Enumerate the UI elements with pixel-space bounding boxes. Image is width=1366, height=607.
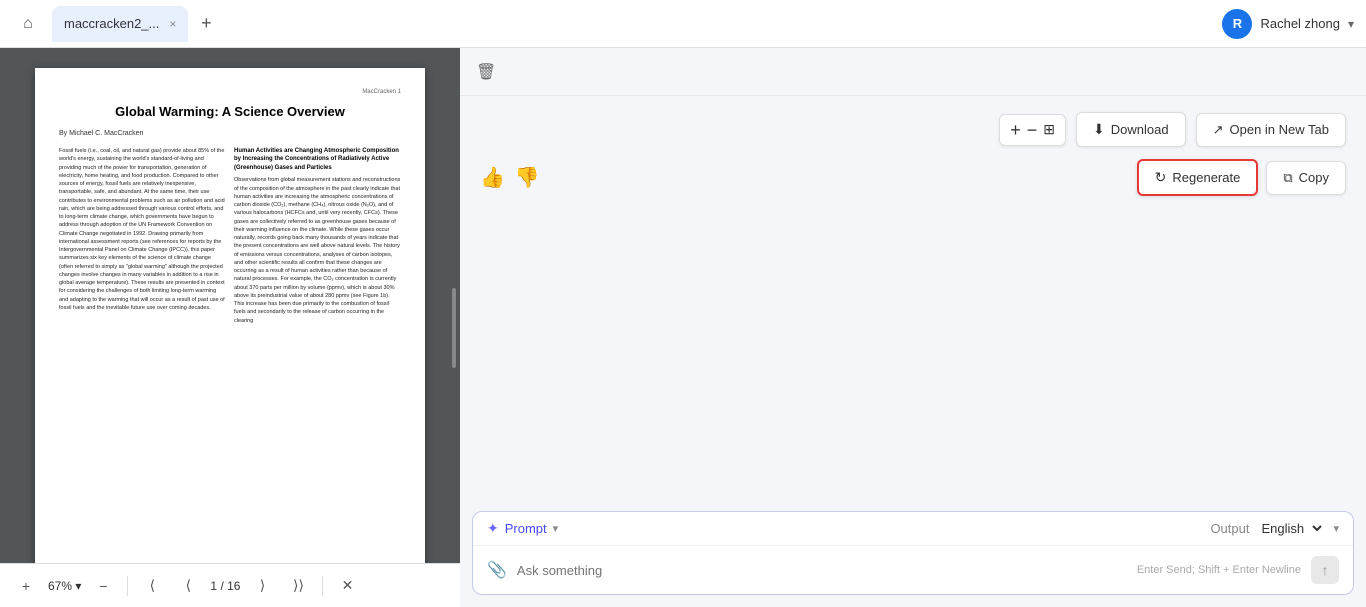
tab-pdf[interactable]: maccracken2_... × [52,6,188,42]
zoom-in-viewer-button[interactable]: + [1010,121,1021,139]
tab-bar: maccracken2_... × + [52,6,1214,42]
language-select[interactable]: English Chinese Spanish French [1257,520,1325,537]
right-content: + − ⊞ ⬇ Download ↗ Open in New Tab [460,96,1366,607]
page-number-display: 1 / 16 [210,579,240,593]
zoom-controls: + − ⊞ [999,114,1066,146]
nav-prev-icon: ⟨ [186,577,191,594]
nav-next-button[interactable]: ⟩ [248,572,276,600]
nav-first-icon: ⟨ [150,577,155,594]
pdf-right-text: Observations from global measurement sta… [234,176,401,325]
zoom-level-display: 67% ▾ [48,579,81,593]
copy-button[interactable]: ⧉ Copy [1266,161,1346,195]
main-content: MacCracken 1 Global Warming: A Science O… [0,48,1366,607]
ask-input[interactable] [517,563,1127,578]
download-button[interactable]: ⬇ Download [1076,112,1186,147]
send-button[interactable]: ↑ [1311,556,1339,584]
lang-chevron-icon: ▾ [1333,522,1339,535]
input-area: ✦ Prompt ▾ Output English Chinese Spanis… [472,511,1354,595]
regenerate-button[interactable]: ↻ Regenerate [1137,159,1259,196]
prompt-label: Prompt [505,521,547,536]
zoom-out-icon: − [99,578,107,594]
nav-last-button[interactable]: ⟩⟩ [284,572,312,600]
thumbs-down-button[interactable]: 👎 [515,165,540,190]
download-icon: ⬇ [1093,121,1105,138]
open-new-tab-icon: ↗ [1213,122,1224,138]
pdf-content[interactable]: MacCracken 1 Global Warming: A Science O… [0,48,460,563]
input-hint: Enter Send; Shift + Enter Newline [1137,564,1301,576]
zoom-in-icon: + [22,578,30,594]
scroll-indicator [452,288,456,368]
avatar: R [1222,9,1252,39]
close-panel-button[interactable]: ✕ [333,572,361,600]
input-top-bar: ✦ Prompt ▾ Output English Chinese Spanis… [473,512,1353,546]
zoom-out-button[interactable]: − [89,572,117,600]
prompt-button[interactable]: ✦ Prompt ▾ [487,520,558,537]
feedback-buttons: 👍 👎 [480,165,540,190]
feedback-row: 👍 👎 ↻ Regenerate ⧉ Copy [460,155,1366,204]
zoom-out-viewer-button[interactable]: − [1027,121,1038,139]
copy-label: Copy [1299,170,1329,185]
home-icon[interactable]: ⌂ [12,8,44,40]
user-name: Rachel zhong [1260,16,1340,31]
pdf-body: Fossil fuels (i.e., coal, oil, and natur… [59,147,401,325]
viewer-toolbar-row: + − ⊞ ⬇ Download ↗ Open in New Tab [460,96,1366,155]
prompt-sparkle-icon: ✦ [487,520,499,537]
regenerate-label: Regenerate [1172,170,1240,185]
close-icon: ✕ [342,577,354,594]
zoom-in-button[interactable]: + [12,572,40,600]
output-label: Output [1210,521,1249,536]
right-panel: 🗑 + − ⊞ ⬇ Download ↗ Open in N [460,48,1366,607]
delete-icon[interactable]: 🗑 [476,62,496,82]
pdf-right-column: Human Activities are Changing Atmospheri… [234,147,401,325]
prompt-chevron-icon: ▾ [553,522,559,535]
right-top-bar: 🗑 [460,48,1366,96]
pdf-subheading: Human Activities are Changing Atmospheri… [234,147,401,172]
pdf-left-column: Fossil fuels (i.e., coal, oil, and natur… [59,147,226,325]
open-new-tab-button[interactable]: ↗ Open in New Tab [1196,113,1346,147]
pdf-page-header: MacCracken 1 [59,88,401,96]
fullscreen-button[interactable]: ⊞ [1043,121,1055,138]
regenerate-icon: ↻ [1155,169,1167,186]
nav-last-icon: ⟩⟩ [293,577,304,594]
pdf-page: MacCracken 1 Global Warming: A Science O… [35,68,425,563]
content-spacer [460,204,1366,499]
output-lang-section: Output English Chinese Spanish French ▾ [1210,520,1339,537]
tab-label: maccracken2_... [64,16,159,31]
nav-first-button[interactable]: ⟨ [138,572,166,600]
nav-next-icon: ⟩ [260,577,265,594]
toolbar-separator-1 [127,576,128,596]
pdf-bottom-toolbar: + 67% ▾ − ⟨ ⟨ 1 / 16 ⟩ [0,563,460,607]
tab-close-icon[interactable]: × [169,17,176,31]
send-icon: ↑ [1322,562,1329,578]
pdf-title: Global Warming: A Science Overview [59,104,401,121]
input-row: 📎 Enter Send; Shift + Enter Newline ↑ [473,546,1353,594]
attach-icon[interactable]: 📎 [487,560,507,580]
nav-prev-button[interactable]: ⟨ [174,572,202,600]
regen-copy-area: ↻ Regenerate ⧉ Copy [1137,159,1346,196]
copy-icon: ⧉ [1283,170,1292,186]
user-section: R Rachel zhong ▾ [1222,9,1354,39]
thumbs-up-button[interactable]: 👍 [480,165,505,190]
top-bar: ⌂ maccracken2_... × + R Rachel zhong ▾ [0,0,1366,48]
user-menu-chevron[interactable]: ▾ [1348,17,1354,31]
download-label: Download [1111,122,1169,137]
toolbar-separator-2 [322,576,323,596]
open-new-tab-label: Open in New Tab [1230,122,1330,137]
pdf-panel: MacCracken 1 Global Warming: A Science O… [0,48,460,607]
tab-add-button[interactable]: + [192,10,220,38]
pdf-author: By Michael C. MacCracken [59,129,401,139]
